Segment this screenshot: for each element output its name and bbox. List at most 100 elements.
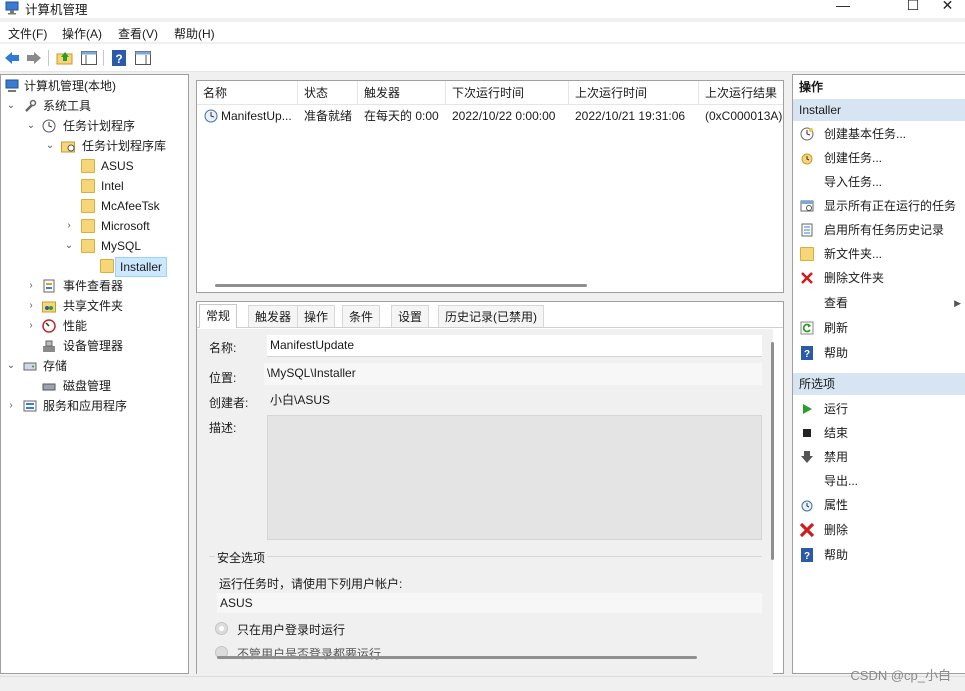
column-header-last-result[interactable]: 上次运行结果 xyxy=(699,81,783,104)
radio-label: 只在用户登录时运行 xyxy=(237,623,346,637)
back-arrow-icon[interactable] xyxy=(3,49,21,67)
action-help[interactable]: ? 帮助 xyxy=(793,341,965,365)
collapse-chevron-icon[interactable]: ⌄ xyxy=(25,116,37,136)
minimize-button[interactable]: — xyxy=(820,0,866,16)
collapse-chevron-icon[interactable]: ⌄ xyxy=(5,96,17,116)
properties-pane-icon[interactable] xyxy=(134,49,152,67)
new-folder-icon xyxy=(800,247,814,261)
name-field[interactable]: ManifestUpdate xyxy=(267,335,762,357)
column-header-trigger[interactable]: 触发器 xyxy=(358,81,446,104)
collapse-chevron-icon[interactable]: ⌄ xyxy=(5,356,17,376)
title-bar: 计算机管理 — ☐ ✕ xyxy=(0,0,965,18)
radio-whether-logged-on[interactable]: 不管用户是否登录都要运行 xyxy=(215,643,515,663)
action-view[interactable]: 查看 ▶ xyxy=(793,291,965,315)
expand-chevron-icon[interactable]: › xyxy=(25,316,37,336)
disable-arrow-down-icon xyxy=(801,451,813,463)
action-export[interactable]: 导出... xyxy=(793,469,965,493)
actions-header: 操作 xyxy=(793,76,965,98)
action-end[interactable]: 结束 xyxy=(793,421,965,445)
radio-button[interactable] xyxy=(215,622,228,635)
tree-device-manager[interactable]: 设备管理器 xyxy=(1,336,187,356)
tree-label: 存储 xyxy=(43,359,68,373)
tab-conditions[interactable]: 条件 xyxy=(342,305,381,327)
expand-chevron-icon[interactable]: › xyxy=(63,216,75,236)
tree-shared-folders[interactable]: › 共享文件夹 xyxy=(1,296,187,316)
tab-settings[interactable]: 设置 xyxy=(391,305,430,327)
action-delete-folder[interactable]: 删除文件夹 xyxy=(793,266,965,290)
svg-text:?: ? xyxy=(804,349,810,360)
menu-view[interactable]: 查看(V) xyxy=(118,25,158,42)
security-user-field: ASUS xyxy=(217,593,762,613)
column-header-status[interactable]: 状态 xyxy=(298,81,358,104)
column-header-next-run[interactable]: 下次运行时间 xyxy=(446,81,569,104)
forward-arrow-icon[interactable] xyxy=(25,49,43,67)
tree-task-scheduler[interactable]: ⌄ 任务计划程序 xyxy=(1,116,187,136)
properties-clock-icon xyxy=(801,500,813,512)
storage-icon xyxy=(23,362,37,371)
tab-general[interactable]: 常规 xyxy=(199,304,238,328)
tree-task-library[interactable]: ⌄ 任务计划程序库 xyxy=(1,136,187,156)
menu-file[interactable]: 文件(F) xyxy=(8,25,47,42)
action-properties[interactable]: 属性 xyxy=(793,493,965,517)
tab-history[interactable]: 历史记录(已禁用) xyxy=(438,305,544,327)
action-help-selected[interactable]: ? 帮助 xyxy=(793,543,965,567)
folder-icon xyxy=(81,219,95,233)
tree-disk-management[interactable]: 磁盘管理 xyxy=(1,376,187,396)
expand-chevron-icon[interactable]: › xyxy=(25,296,37,316)
tree-label: MySQL xyxy=(101,239,142,253)
folder-clock-icon xyxy=(61,141,75,153)
folder-icon xyxy=(81,239,95,253)
action-enable-history[interactable]: 启用所有任务历史记录 xyxy=(793,218,965,242)
menu-help[interactable]: 帮助(H) xyxy=(174,25,215,42)
stop-icon xyxy=(803,429,811,437)
action-create-basic-task[interactable]: 创建基本任务... xyxy=(793,122,965,146)
tree-label: 服务和应用程序 xyxy=(43,399,128,413)
show-hide-tree-icon[interactable] xyxy=(80,49,98,67)
tree-event-viewer[interactable]: › 事件查看器 xyxy=(1,276,187,296)
folder-up-icon[interactable] xyxy=(56,49,74,67)
table-row[interactable]: ManifestUp... 准备就绪 在每天的 0:00 2022/10/22 … xyxy=(197,105,783,127)
tree-folder-mcafee[interactable]: McAfeeTsk xyxy=(1,196,187,216)
tree-folder-intel[interactable]: Intel xyxy=(1,176,187,196)
tree-storage[interactable]: ⌄ 存储 xyxy=(1,356,187,376)
action-show-running-tasks[interactable]: 显示所有正在运行的任务 xyxy=(793,194,965,218)
help-icon[interactable]: ? xyxy=(110,49,128,67)
horizontal-scrollbar[interactable] xyxy=(217,656,697,659)
action-disable[interactable]: 禁用 xyxy=(793,445,965,469)
collapse-chevron-icon[interactable]: ⌄ xyxy=(44,136,56,156)
column-header-last-run[interactable]: 上次运行时间 xyxy=(569,81,699,104)
location-field: \MySQL\Installer xyxy=(264,363,762,385)
tree-root[interactable]: 计算机管理(本地) xyxy=(1,76,187,96)
collapse-chevron-icon[interactable]: ⌄ xyxy=(63,236,75,256)
radio-logged-on[interactable]: 只在用户登录时运行 xyxy=(215,619,515,639)
close-button[interactable]: ✕ xyxy=(930,0,965,16)
tools-icon xyxy=(25,99,37,112)
tree-folder-microsoft[interactable]: › Microsoft xyxy=(1,216,187,236)
action-delete[interactable]: 删除 xyxy=(793,518,965,542)
actions-section-installer[interactable]: Installer xyxy=(793,99,965,121)
vertical-scrollbar[interactable] xyxy=(771,342,774,560)
expand-chevron-icon[interactable]: › xyxy=(25,276,37,296)
action-create-task[interactable]: 创建任务... xyxy=(793,146,965,170)
action-import-task[interactable]: 导入任务... xyxy=(793,170,965,194)
action-new-folder[interactable]: 新文件夹... xyxy=(793,242,965,266)
help-icon: ? xyxy=(801,346,813,360)
running-tasks-icon xyxy=(800,200,814,212)
tree-folder-asus[interactable]: ASUS xyxy=(1,156,187,176)
action-run[interactable]: 运行 xyxy=(793,397,965,421)
tab-triggers[interactable]: 触发器 xyxy=(248,305,299,327)
description-field[interactable] xyxy=(267,415,762,540)
action-refresh[interactable]: 刷新 xyxy=(793,316,965,340)
tree-system-tools[interactable]: ⌄ 系统工具 xyxy=(1,96,187,116)
horizontal-scrollbar[interactable] xyxy=(215,284,587,287)
column-header-name[interactable]: 名称 xyxy=(197,81,298,104)
tree-folder-mysql[interactable]: ⌄ MySQL xyxy=(1,236,187,256)
expand-chevron-icon[interactable]: › xyxy=(5,396,17,416)
tree-folder-installer[interactable]: Installer xyxy=(1,256,187,277)
actions-section-selected[interactable]: 所选项 xyxy=(793,373,965,395)
menu-action[interactable]: 操作(A) xyxy=(62,25,102,42)
tab-actions[interactable]: 操作 xyxy=(297,305,336,327)
tree-performance[interactable]: › 性能 xyxy=(1,316,187,336)
tree-services-apps[interactable]: › 服务和应用程序 xyxy=(1,396,187,416)
help-icon: ? xyxy=(801,548,813,562)
